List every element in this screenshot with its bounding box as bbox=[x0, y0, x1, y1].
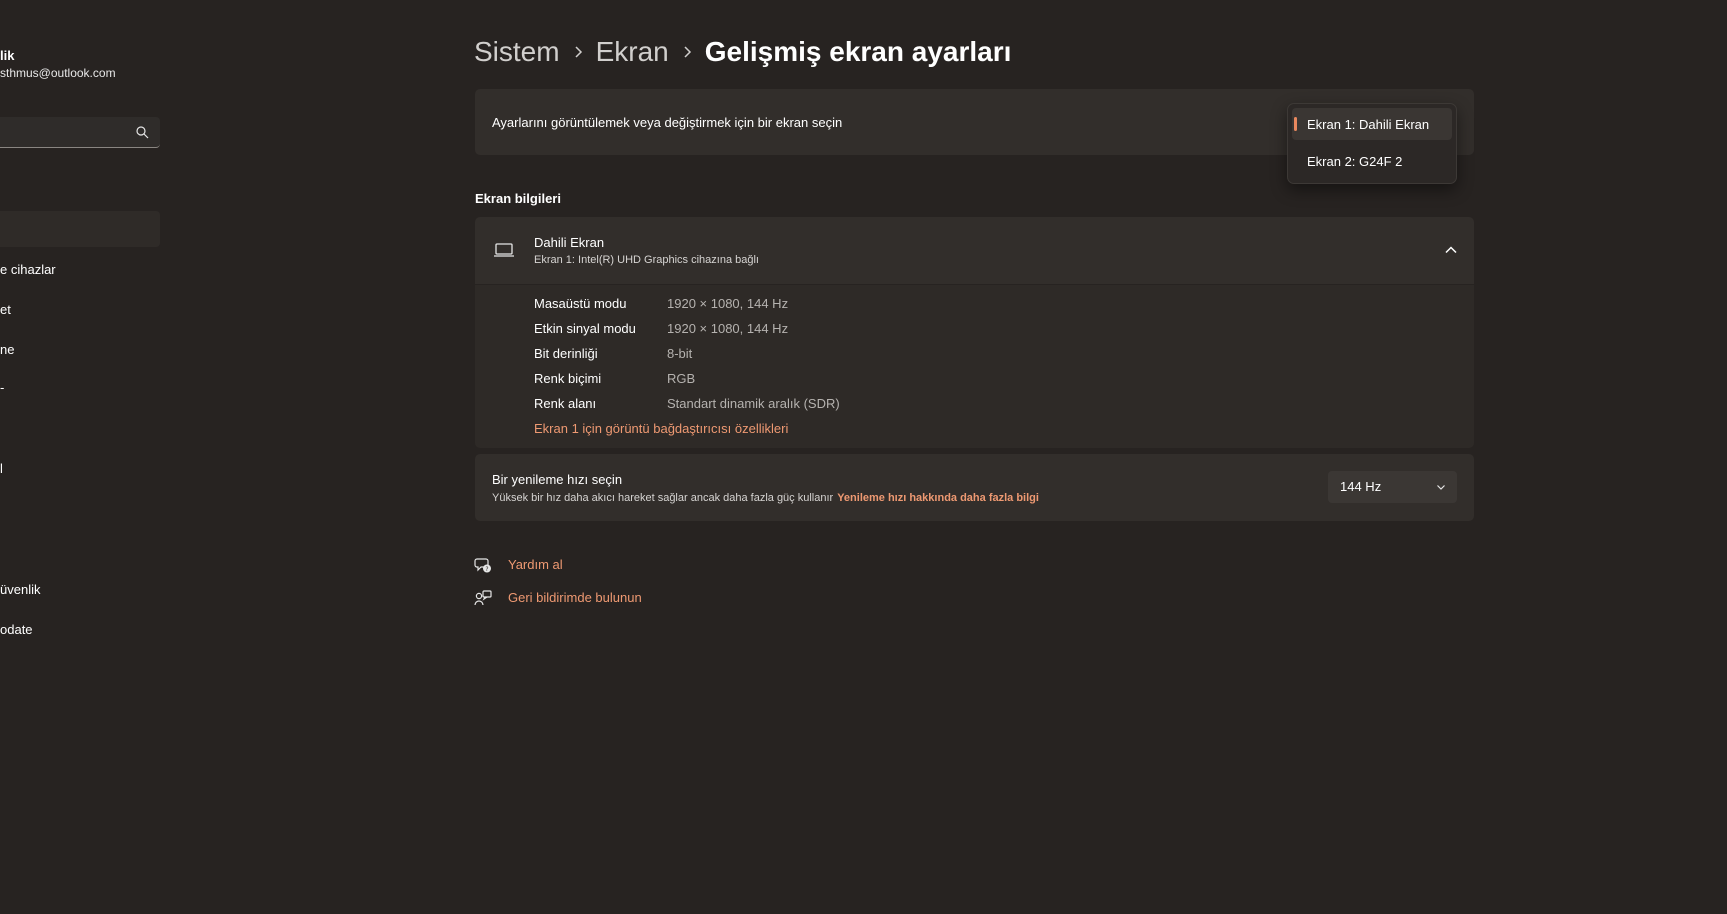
selected-indicator bbox=[1294, 117, 1297, 131]
adapter-properties-link[interactable]: Ekran 1 için görüntü bağdaştırıcısı özel… bbox=[534, 421, 788, 436]
display-info-header[interactable]: Dahili Ekran Ekran 1: Intel(R) UHD Graph… bbox=[475, 217, 1474, 284]
breadcrumb: Sistem Ekran Gelişmiş ekran ayarları bbox=[474, 32, 1011, 72]
display-info-title: Dahili Ekran bbox=[534, 235, 605, 250]
display-option-label: Ekran 1: Dahili Ekran bbox=[1307, 117, 1430, 132]
display-option-2[interactable]: Ekran 2: G24F 2 bbox=[1292, 145, 1452, 177]
search-icon bbox=[136, 126, 149, 139]
sidebar-item-apps[interactable]: - bbox=[0, 380, 4, 395]
display-select-label: Ayarlarını görüntülemek veya değiştirmek… bbox=[492, 115, 843, 130]
chevron-right-icon bbox=[560, 45, 596, 59]
info-row-label: Bit derinliği bbox=[534, 346, 598, 361]
get-help-link[interactable]: Yardım al bbox=[508, 557, 563, 572]
search-input[interactable] bbox=[0, 117, 160, 148]
section-title-display-info: Ekran bilgileri bbox=[475, 191, 561, 206]
info-row-value: RGB bbox=[667, 371, 696, 386]
display-option-label: Ekran 2: G24F 2 bbox=[1307, 154, 1403, 169]
refresh-rate-title: Bir yenileme hızı seçin bbox=[492, 472, 623, 487]
refresh-rate-value: 144 Hz bbox=[1340, 479, 1382, 494]
refresh-rate-card: Bir yenileme hızı seçin Yüksek bir hız d… bbox=[475, 454, 1474, 521]
refresh-rate-dropdown[interactable]: 144 Hz bbox=[1328, 471, 1457, 503]
display-select-dropdown-menu: Ekran 1: Dahili Ekran Ekran 2: G24F 2 bbox=[1287, 103, 1457, 184]
give-feedback-link[interactable]: Geri bildirimde bulunun bbox=[508, 590, 642, 605]
refresh-rate-learn-more-link[interactable]: Yenileme hızı hakkında daha fazla bilgi bbox=[837, 492, 1039, 504]
display-info-body: Masaüstü modu 1920 × 1080, 144 Hz Etkin … bbox=[475, 285, 1474, 448]
page-title: Gelişmiş ekran ayarları bbox=[704, 36, 1012, 67]
feedback-icon bbox=[474, 590, 492, 606]
info-row-value: 1920 × 1080, 144 Hz bbox=[667, 321, 789, 336]
sidebar-item-devices[interactable]: e cihazlar bbox=[0, 262, 56, 277]
info-row-value: Standart dinamik aralık (SDR) bbox=[667, 396, 840, 411]
sidebar-item-gaming[interactable]: l bbox=[0, 461, 3, 476]
info-row-label: Renk biçimi bbox=[534, 371, 602, 386]
svg-text:?: ? bbox=[485, 566, 488, 573]
user-email: sthmus@outlook.com bbox=[0, 66, 116, 80]
sidebar-item-personalization[interactable]: ne bbox=[0, 342, 14, 357]
info-row-label: Etkin sinyal modu bbox=[534, 321, 636, 336]
sidebar-item-selected[interactable] bbox=[0, 211, 160, 247]
info-row-value: 8-bit bbox=[667, 346, 693, 361]
info-row-label: Masaüstü modu bbox=[534, 296, 627, 311]
sidebar: lik sthmus@outlook.com e cihazlar et ne … bbox=[0, 0, 170, 914]
refresh-rate-description: Yüksek bir hız daha akıcı hareket sağlar… bbox=[492, 492, 1039, 504]
sidebar-item-privacy-security[interactable]: üvenlik bbox=[0, 582, 40, 597]
breadcrumb-sistem[interactable]: Sistem bbox=[474, 36, 560, 68]
display-option-1[interactable]: Ekran 1: Dahili Ekran bbox=[1292, 108, 1452, 140]
sidebar-item-network[interactable]: et bbox=[0, 302, 11, 317]
help-icon: ? bbox=[474, 558, 491, 573]
display-info-subtitle: Ekran 1: Intel(R) UHD Graphics cihazına … bbox=[534, 254, 759, 266]
laptop-icon bbox=[494, 243, 514, 257]
chevron-down-icon bbox=[1437, 485, 1445, 490]
info-row-value: 1920 × 1080, 144 Hz bbox=[667, 296, 789, 311]
user-name: lik bbox=[0, 48, 15, 63]
chevron-up-icon[interactable] bbox=[1444, 243, 1458, 257]
info-row-label: Renk alanı bbox=[534, 396, 597, 411]
refresh-rate-description-text: Yüksek bir hız daha akıcı hareket sağlar… bbox=[492, 492, 834, 504]
sidebar-item-windows-update[interactable]: odate bbox=[0, 622, 33, 637]
breadcrumb-ekran[interactable]: Ekran bbox=[596, 36, 669, 68]
chevron-right-icon bbox=[669, 45, 705, 59]
